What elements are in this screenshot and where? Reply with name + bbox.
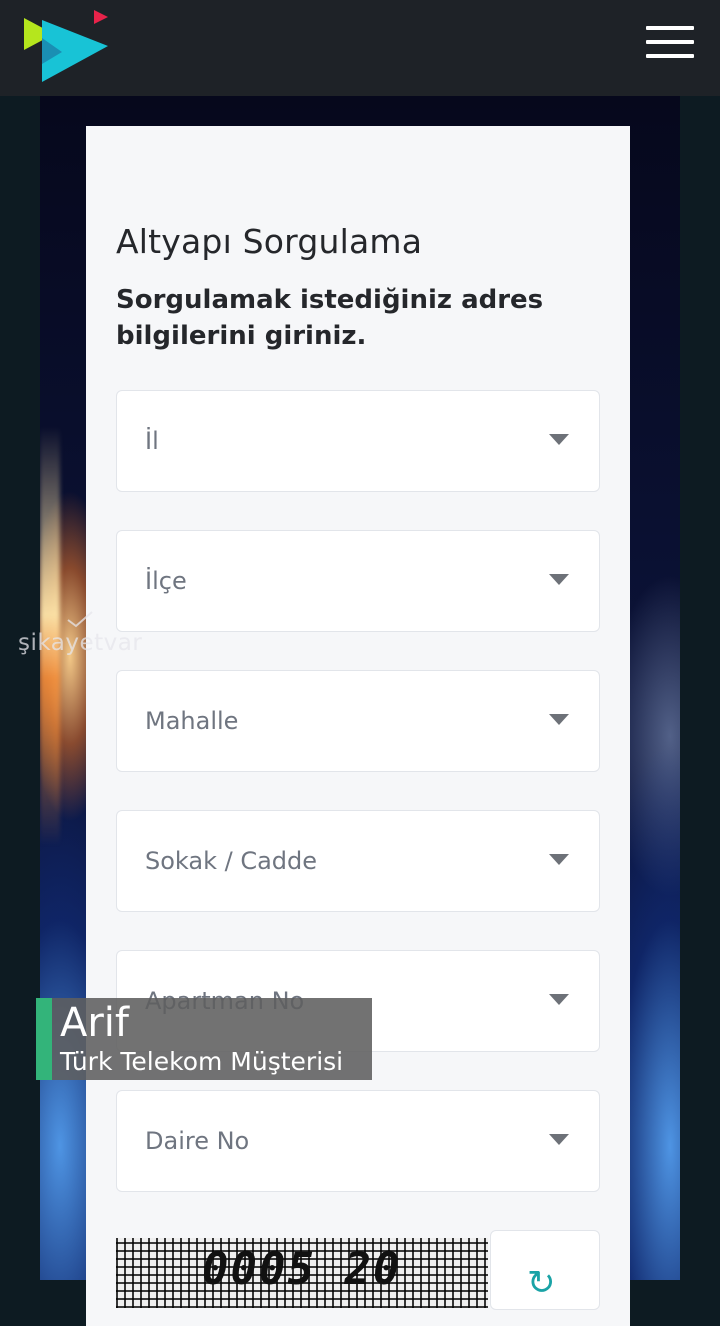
hamburger-menu-icon[interactable] <box>646 26 694 66</box>
chevron-down-icon <box>549 994 569 1005</box>
district-select-label: İlçe <box>145 567 187 595</box>
street-select[interactable]: Sokak / Cadde <box>116 810 600 912</box>
chevron-down-icon <box>549 574 569 585</box>
neighborhood-select-label: Mahalle <box>145 707 239 735</box>
checkmark-logo-icon <box>67 611 93 628</box>
chevron-down-icon <box>549 854 569 865</box>
province-select[interactable]: İl <box>116 390 600 492</box>
apartment-no-select[interactable]: Daire No <box>116 1090 600 1192</box>
watermark: şikayetvar <box>18 630 143 656</box>
refresh-icon: ↻ <box>527 1263 556 1303</box>
province-select-label: İl <box>145 427 159 455</box>
street-select-label: Sokak / Cadde <box>145 847 318 875</box>
speaker-role: Türk Telekom Müşterisi <box>60 1047 344 1076</box>
top-app-bar <box>0 0 720 96</box>
captcha-image: 0005 20 <box>116 1238 488 1308</box>
form-instruction: Sorgulamak istediğiniz adres bilgilerini… <box>116 285 544 351</box>
apartment-no-select-label: Daire No <box>145 1127 250 1155</box>
neighborhood-select[interactable]: Mahalle <box>116 670 600 772</box>
play-arrows-logo-icon[interactable] <box>22 8 114 86</box>
district-select[interactable]: İlçe <box>116 530 600 632</box>
chevron-down-icon <box>549 1134 569 1145</box>
caption-accent-bar <box>36 998 52 1080</box>
chevron-down-icon <box>549 434 569 445</box>
query-form-card: Altyapı Sorgulama Sorgulamak istediğiniz… <box>86 126 630 1326</box>
captcha-refresh-button[interactable]: ↻ <box>490 1230 600 1310</box>
chevron-down-icon <box>549 714 569 725</box>
speaker-caption: Arif Türk Telekom Müşterisi <box>36 998 372 1080</box>
page-title: Altyapı Sorgulama <box>116 222 423 261</box>
captcha-code: 0005 20 <box>202 1244 402 1295</box>
speaker-name: Arif <box>60 1000 130 1046</box>
